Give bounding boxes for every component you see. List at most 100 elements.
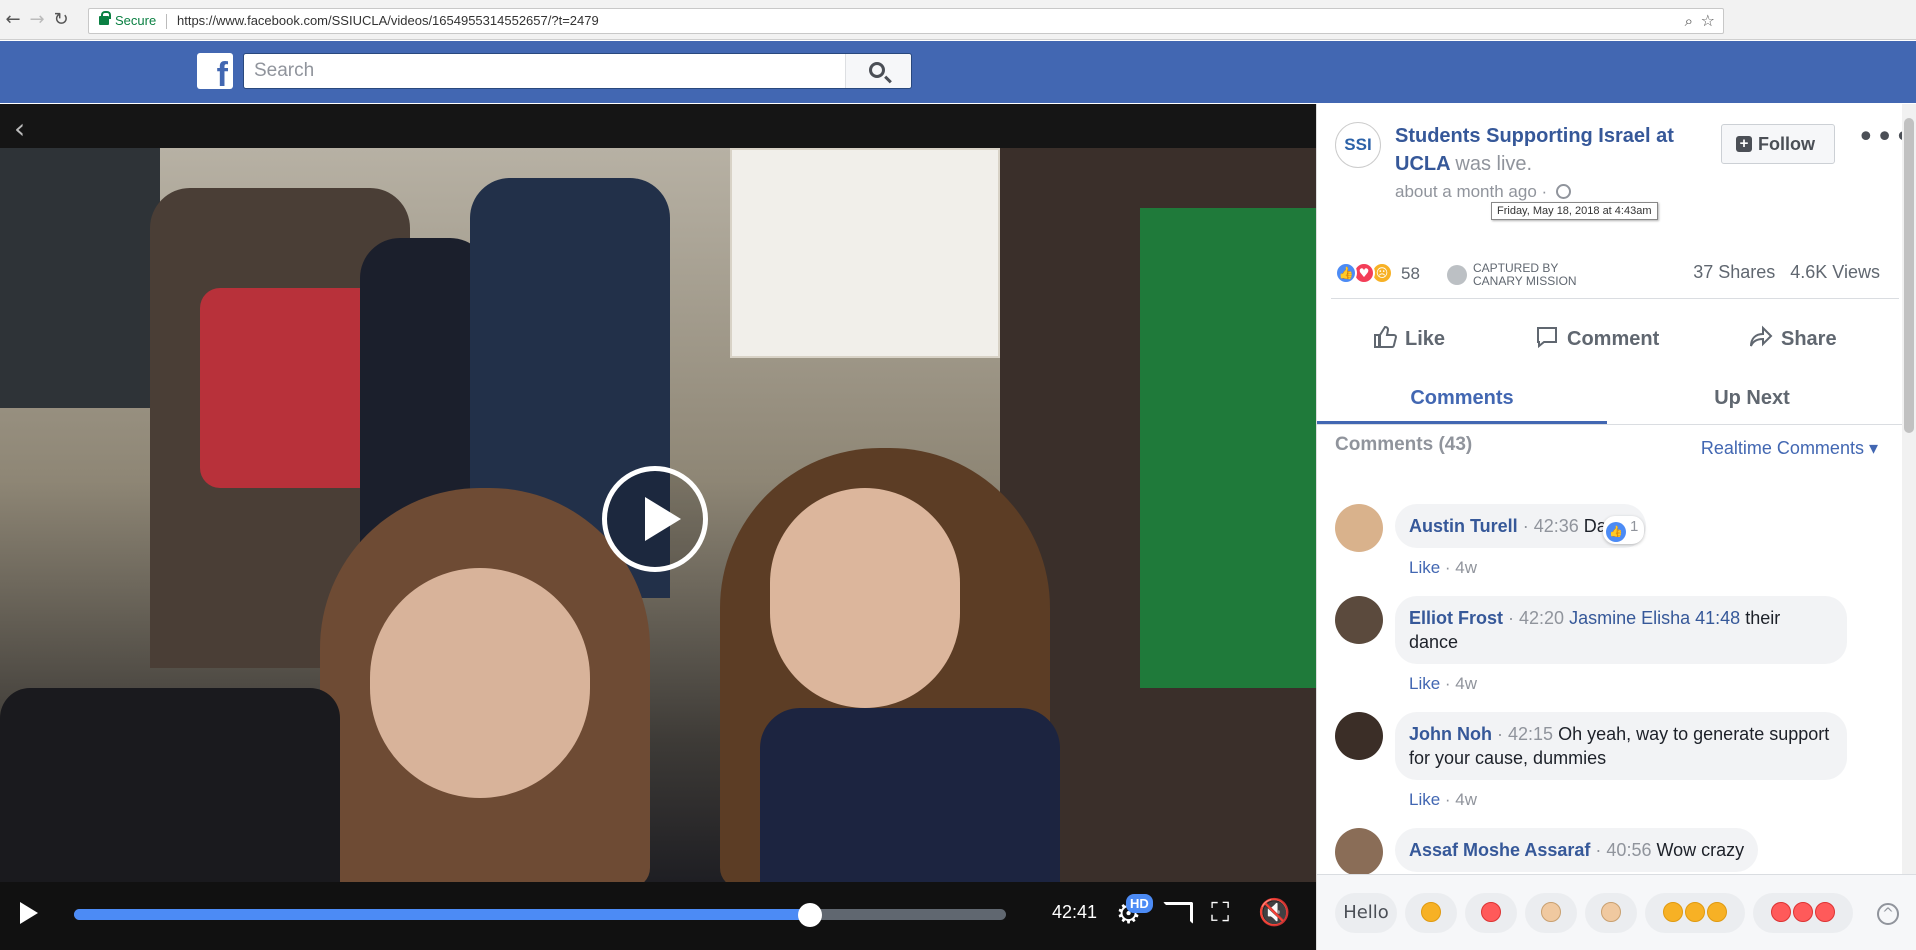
heart-eyes-emoji-icon [1771, 902, 1791, 922]
like-label: Like [1405, 328, 1446, 350]
comment-age[interactable]: 4w [1455, 790, 1477, 809]
scrollbar[interactable] [1902, 104, 1916, 874]
avatar[interactable] [1335, 596, 1383, 644]
live-status: was live. [1455, 153, 1533, 175]
heart-eyes-emoji-icon [1793, 902, 1813, 922]
search-icon [869, 62, 885, 78]
laughing-emoji-icon [1663, 902, 1683, 922]
quick-reply-hello[interactable]: Hello [1335, 893, 1397, 933]
laughing-emoji-icon [1421, 902, 1441, 922]
avatar[interactable] [1335, 828, 1383, 876]
shares-count[interactable]: 37 Shares [1693, 262, 1775, 282]
browser-toolbar: ← → ↻ Secure https://www.facebook.com/SS… [0, 0, 1916, 40]
back-chevron-icon[interactable]: ‹ [14, 115, 25, 143]
green-flag [1140, 208, 1316, 688]
video-top-strip: ‹ [0, 104, 1316, 148]
follow-button[interactable]: Follow [1721, 124, 1835, 164]
post-stats: 37 Shares 4.6K Views [1693, 262, 1880, 283]
mention-link[interactable]: Jasmine Elisha 41:48 [1569, 608, 1740, 628]
comments-count: Comments (43) [1335, 434, 1473, 455]
page-avatar[interactable]: SSI [1335, 122, 1381, 168]
quick-reply-heart-eyes-x3[interactable] [1753, 893, 1853, 933]
person-face [370, 568, 590, 798]
facebook-header: f [0, 41, 1916, 103]
progress-handle[interactable] [798, 903, 823, 927]
comment-timestamp[interactable]: 42:36 [1534, 516, 1579, 536]
chevron-up-icon[interactable]: ^ [1877, 903, 1899, 925]
zoom-icon[interactable]: ⌕ [1685, 9, 1693, 33]
comment-like-link[interactable]: Like [1409, 790, 1440, 809]
tab-up-next[interactable]: Up Next [1607, 372, 1897, 424]
comment-button[interactable]: Comment [1535, 314, 1659, 364]
quick-reply-clap[interactable] [1525, 893, 1577, 933]
thumbs-up-icon [1374, 325, 1397, 348]
commenter-name[interactable]: Assaf Moshe Assaraf [1409, 840, 1590, 860]
reaction-count: 58 [1401, 264, 1420, 283]
comment-meta: Like · 4w [1409, 790, 1478, 809]
tab-comments[interactable]: Comments [1317, 372, 1607, 424]
cast-icon[interactable] [1163, 902, 1193, 924]
video-player[interactable]: ‹ 42:41 ⚙ HD ⛶ 🔇 [0, 104, 1316, 950]
comment-like-link[interactable]: Like [1409, 674, 1440, 693]
search-box [243, 53, 912, 89]
forward-arrow-icon[interactable]: → [26, 9, 48, 31]
quick-reply-heart-eyes[interactable] [1465, 893, 1517, 933]
quick-reply-laughing-x3[interactable] [1645, 893, 1745, 933]
search-input[interactable] [244, 54, 844, 88]
post-header: Students Supporting Israel at UCLA was l… [1395, 122, 1675, 178]
video-time: 42:41 [1052, 902, 1098, 922]
share-label: Share [1781, 328, 1837, 350]
canary-mission-badge: CAPTURED BY CANARY MISSION [1447, 262, 1587, 288]
comment-bubble: Assaf Moshe Assaraf · 40:56 Wow crazy [1395, 828, 1759, 872]
share-button[interactable]: Share [1749, 314, 1837, 364]
thumbs-up-emoji-icon [1601, 902, 1621, 922]
search-button[interactable] [845, 54, 911, 88]
protest-sign [730, 148, 1000, 358]
url-text[interactable]: https://www.facebook.com/SSIUCLA/videos/… [177, 9, 599, 33]
avatar[interactable] [1335, 504, 1383, 552]
commenter-name[interactable]: Austin Turell [1409, 516, 1518, 536]
comment-text: Wow crazy [1656, 840, 1745, 860]
post-time: about a month ago · [1395, 182, 1571, 202]
progress-bar[interactable] [74, 903, 1006, 927]
laughing-emoji-icon [1707, 902, 1727, 922]
play-icon[interactable] [20, 902, 38, 924]
fullscreen-icon[interactable]: ⛶ [1211, 900, 1229, 926]
back-arrow-icon[interactable]: ← [2, 9, 24, 31]
reload-icon[interactable]: ↻ [50, 9, 72, 31]
bookmark-star-icon[interactable]: ☆ [1701, 9, 1715, 33]
navy-sweater [760, 708, 1060, 888]
hd-badge: HD [1126, 894, 1153, 913]
comment-age[interactable]: 4w [1455, 674, 1477, 693]
comment-timestamp[interactable]: 42:15 [1508, 724, 1553, 744]
video-controls: 42:41 ⚙ HD ⛶ 🔇 [0, 882, 1316, 950]
address-bar[interactable]: Secure https://www.facebook.com/SSIUCLA/… [88, 8, 1724, 34]
timestamp-tooltip: Friday, May 18, 2018 at 4:43am [1491, 202, 1658, 220]
like-button[interactable]: Like [1373, 314, 1445, 364]
realtime-comments-dropdown[interactable]: Realtime Comments ▾ [1701, 438, 1878, 459]
laughing-emoji-icon [1685, 902, 1705, 922]
comment-meta: Like · 4w [1409, 558, 1478, 577]
time-ago-link[interactable]: about a month ago [1395, 182, 1537, 201]
avatar[interactable] [1335, 712, 1383, 760]
comment-timestamp[interactable]: 40:56 [1606, 840, 1651, 860]
scrollbar-thumb[interactable] [1904, 118, 1914, 433]
quick-reply-laughing[interactable] [1405, 893, 1457, 933]
comment-like-link[interactable]: Like [1409, 558, 1440, 577]
commenter-name[interactable]: John Noh [1409, 724, 1492, 744]
comment-bubble: John Noh · 42:15 Oh yeah, way to generat… [1395, 712, 1847, 780]
play-button-large[interactable] [602, 466, 708, 572]
mute-icon[interactable]: 🔇 [1258, 900, 1290, 926]
comment-age[interactable]: 4w [1455, 558, 1477, 577]
views-count: 4.6K Views [1790, 262, 1880, 282]
quick-reply-thumbs-up[interactable] [1585, 893, 1637, 933]
share-icon [1750, 325, 1773, 347]
facebook-logo[interactable]: f [197, 53, 233, 89]
comment-timestamp[interactable]: 42:20 [1519, 608, 1564, 628]
commenter-name[interactable]: Elliot Frost [1409, 608, 1503, 628]
page-name-link[interactable]: Students Supporting Israel at UCLA [1395, 125, 1674, 175]
comment-label: Comment [1567, 328, 1660, 350]
comment-like-count[interactable]: 👍 1 [1603, 516, 1645, 544]
captured-by-label: CAPTURED BY [1473, 261, 1559, 275]
divider [166, 14, 167, 29]
